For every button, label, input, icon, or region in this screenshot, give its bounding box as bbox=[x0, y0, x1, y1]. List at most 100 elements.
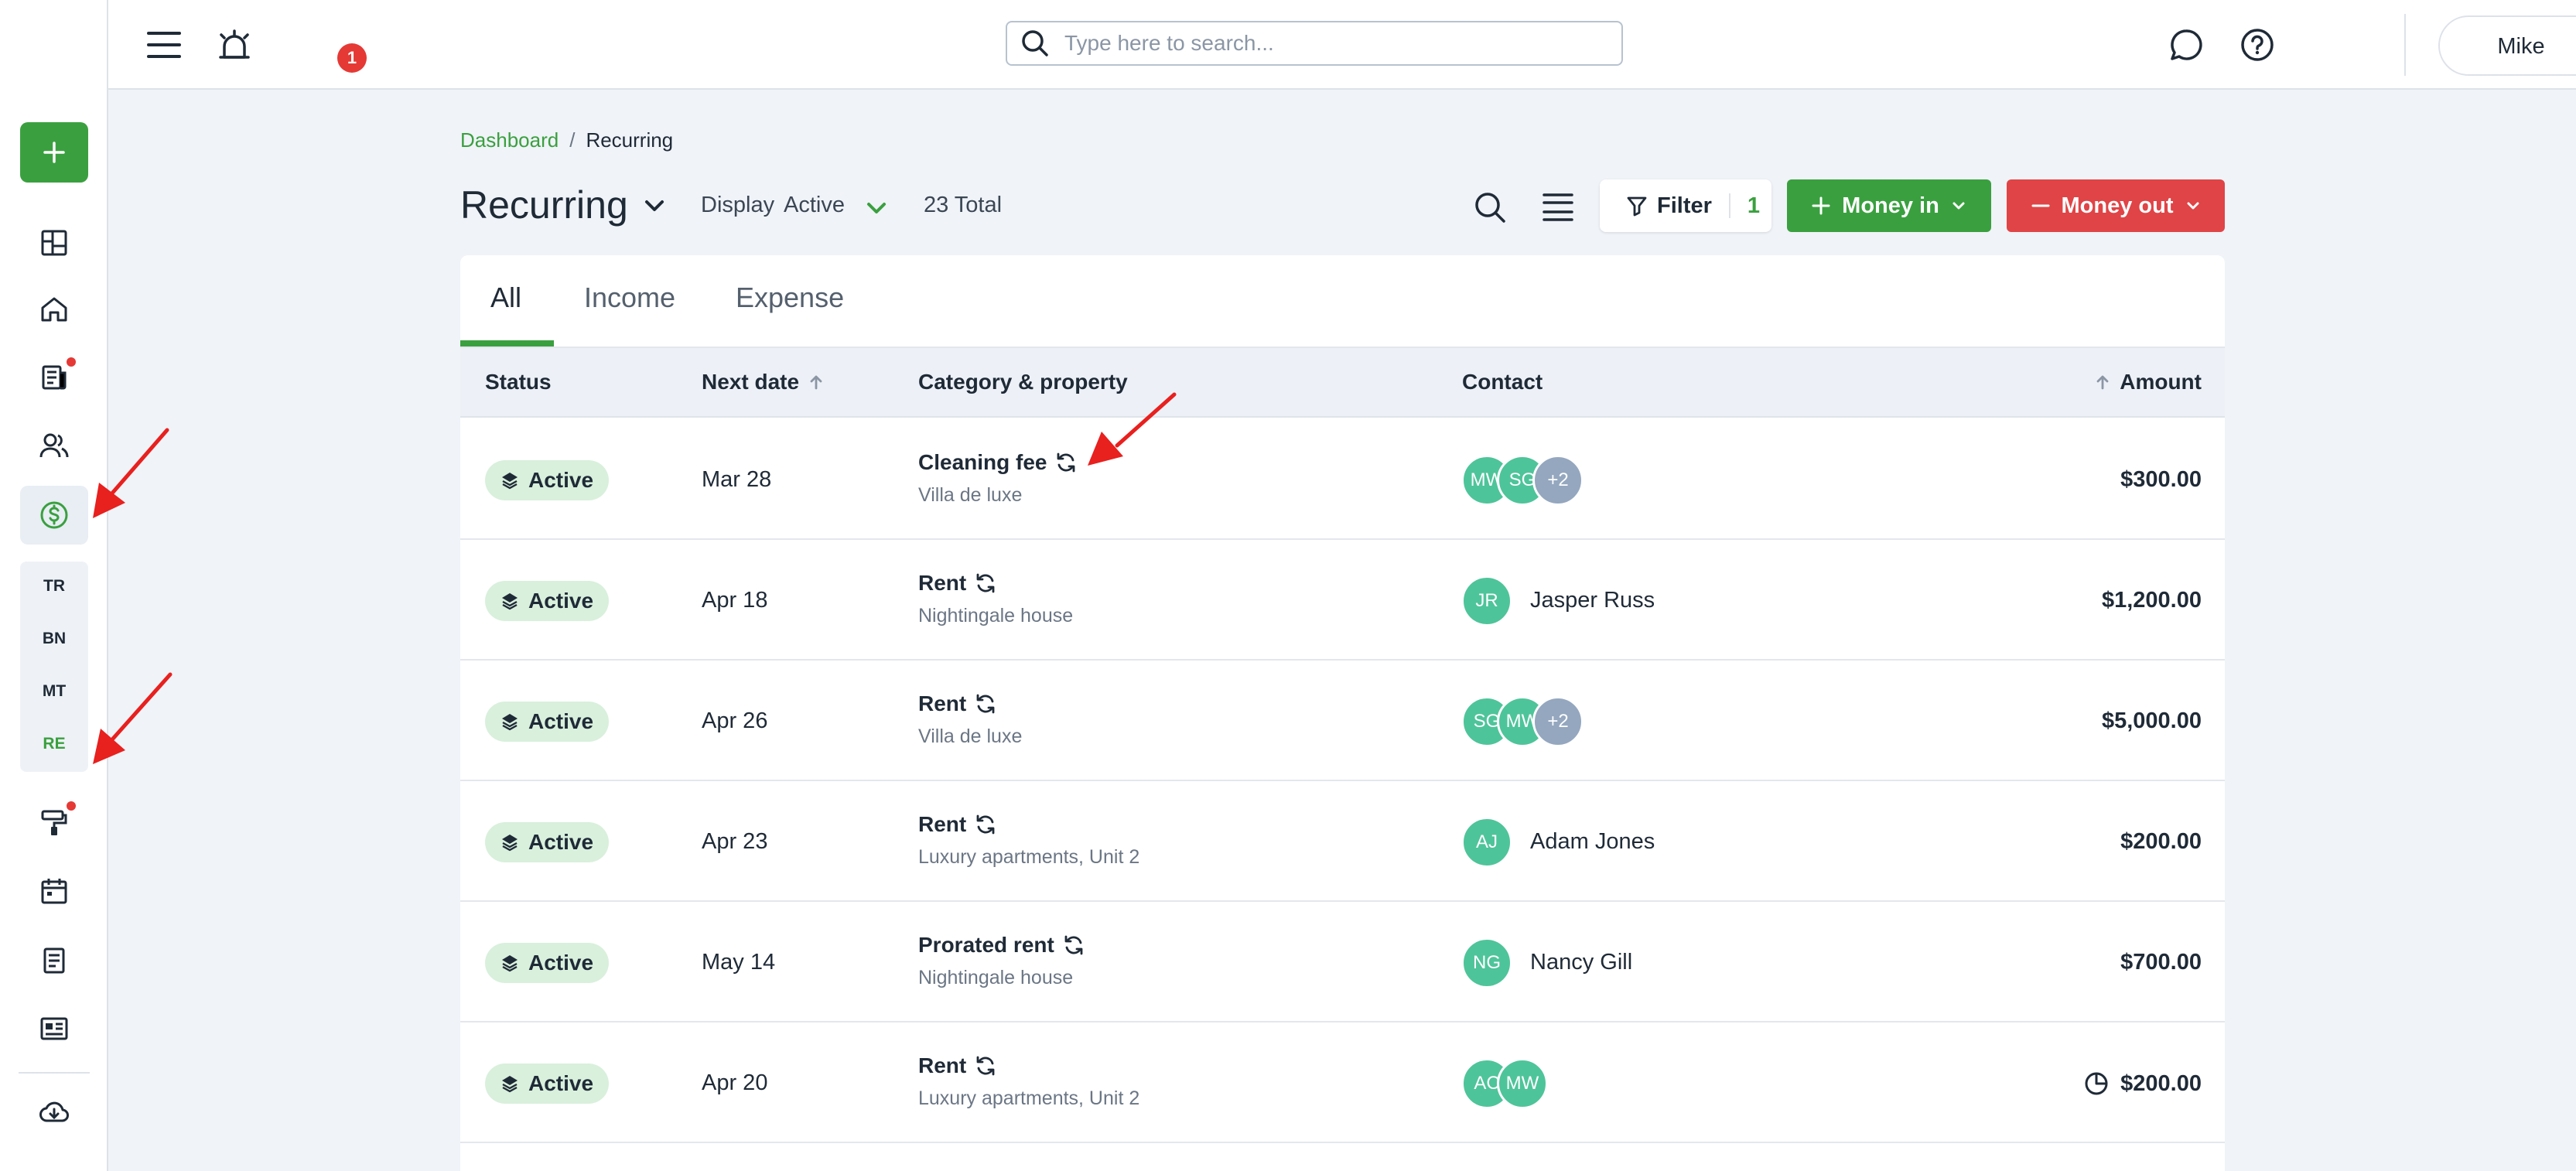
next-date: Apr 26 bbox=[702, 708, 768, 733]
tab-income[interactable]: Income bbox=[584, 282, 675, 314]
recurring-sync-icon bbox=[976, 694, 995, 714]
sidebar-item-people[interactable] bbox=[20, 416, 88, 475]
search-icon bbox=[1022, 30, 1048, 56]
category-name: Prorated rent bbox=[918, 933, 1085, 958]
status-text: Active bbox=[528, 709, 594, 733]
layers-icon bbox=[501, 593, 518, 610]
next-date: Apr 23 bbox=[702, 829, 768, 854]
table-row[interactable]: Active Apr 18 Rent Nightingale house JR Jaspe… bbox=[460, 540, 2225, 661]
list-lines-icon bbox=[1543, 193, 1573, 221]
next-date: May 14 bbox=[702, 950, 776, 975]
category-name: Rent bbox=[918, 1053, 997, 1078]
breadcrumb-dashboard-link[interactable]: Dashboard bbox=[460, 128, 559, 152]
sidebar-item-listings[interactable] bbox=[20, 999, 88, 1058]
amount-value: $300.00 bbox=[2120, 467, 2202, 492]
recurring-sync-icon bbox=[1064, 935, 1083, 955]
submenu-item-bn[interactable]: BN bbox=[20, 630, 88, 648]
property-name: Luxury apartments, Unit 2 bbox=[918, 1087, 1140, 1109]
chevron-down-icon bbox=[867, 203, 886, 213]
property-name: Villa de luxe bbox=[918, 484, 1023, 506]
submenu-item-mt[interactable]: MT bbox=[20, 682, 88, 701]
next-date: Apr 18 bbox=[702, 588, 768, 613]
search-icon bbox=[1475, 193, 1505, 223]
layers-icon bbox=[501, 955, 518, 972]
submenu-item-tr[interactable]: TR bbox=[20, 577, 88, 596]
contact-name[interactable]: Nancy Gill bbox=[1530, 950, 1632, 975]
column-header-contact-label: Contact bbox=[1462, 370, 1543, 394]
category-text: Cleaning fee bbox=[918, 450, 1047, 474]
density-toggle-button[interactable] bbox=[1536, 186, 1580, 229]
home-icon bbox=[41, 297, 67, 322]
alarm-button[interactable] bbox=[209, 20, 260, 71]
sidebar-item-properties[interactable] bbox=[20, 280, 88, 339]
status-badge: Active bbox=[485, 581, 609, 621]
display-filter-toggle[interactable] bbox=[863, 195, 890, 221]
column-header-status[interactable]: Status bbox=[485, 370, 552, 394]
messages-button[interactable] bbox=[2163, 22, 2209, 68]
sidebar-item-maintenance[interactable] bbox=[20, 794, 88, 852]
contact-name[interactable]: Jasper Russ bbox=[1530, 588, 1655, 613]
money-in-button[interactable]: Money in bbox=[1787, 179, 1991, 232]
column-header-contact[interactable]: Contact bbox=[1462, 370, 1543, 394]
table-row[interactable]: Active Apr 23 Rent Luxury apartments, Unit … bbox=[460, 781, 2225, 902]
table-search-button[interactable] bbox=[1468, 186, 1512, 229]
layers-icon bbox=[501, 473, 518, 490]
submenu-item-re[interactable]: RE bbox=[20, 735, 88, 753]
sidebar-item-dashboard[interactable] bbox=[20, 213, 88, 272]
title-dropdown-toggle[interactable] bbox=[641, 192, 668, 220]
alarm-clock-icon bbox=[219, 29, 250, 59]
column-header-next-date-label: Next date bbox=[702, 370, 800, 394]
sidebar-item-reports[interactable] bbox=[20, 931, 88, 990]
plus-icon bbox=[1812, 196, 1830, 215]
display-filter-value[interactable]: Active bbox=[784, 193, 845, 218]
contact-avatar[interactable]: +2 bbox=[1532, 696, 1584, 747]
filter-button[interactable]: Filter 1 bbox=[1600, 179, 1771, 232]
contact-name[interactable]: Adam Jones bbox=[1530, 829, 1655, 855]
sidebar-item-leasing[interactable] bbox=[20, 348, 88, 407]
sidebar-item-download[interactable] bbox=[20, 1083, 88, 1142]
amount-value: $700.00 bbox=[2120, 950, 2202, 975]
tab-expense[interactable]: Expense bbox=[736, 282, 844, 314]
menu-toggle-button[interactable] bbox=[141, 22, 187, 68]
contact-avatar[interactable]: AJ bbox=[1461, 817, 1512, 868]
funnel-icon bbox=[1627, 196, 1647, 217]
contact-avatar[interactable]: MW bbox=[1497, 1058, 1548, 1109]
table-header: Status Next date Category & property Con… bbox=[460, 348, 2225, 418]
status-text: Active bbox=[528, 830, 594, 854]
sidebar-item-calendar[interactable] bbox=[20, 862, 88, 920]
calendar-icon bbox=[41, 879, 67, 904]
next-date: Apr 20 bbox=[702, 1070, 768, 1095]
table-row[interactable]: Active Apr 20 Rent Luxury apartments, Unit … bbox=[460, 1022, 2225, 1143]
search-input[interactable] bbox=[1064, 31, 1606, 56]
sidebar-item-accounting[interactable] bbox=[20, 486, 88, 545]
table-row[interactable]: Active Apr 26 Rent Villa de luxe SG MW +2 $5,00… bbox=[460, 661, 2225, 781]
column-header-next-date[interactable]: Next date bbox=[702, 370, 825, 394]
column-header-amount[interactable]: Amount bbox=[2093, 370, 2202, 394]
recurring-sync-icon bbox=[1057, 452, 1075, 473]
user-name: Mike bbox=[2497, 34, 2545, 59]
layers-icon bbox=[501, 714, 518, 731]
sidebar: TR BN MT RE bbox=[0, 0, 108, 1171]
cloud-download-icon bbox=[39, 1101, 69, 1122]
amount: $1,200.00 bbox=[2102, 588, 2202, 613]
display-label: Display bbox=[701, 193, 775, 217]
money-out-button[interactable]: Money out bbox=[2007, 179, 2225, 232]
chevron-down-icon bbox=[2187, 202, 2198, 210]
global-search[interactable] bbox=[1006, 21, 1623, 66]
contact-avatar[interactable]: NG bbox=[1461, 937, 1512, 988]
dollar-circle-icon bbox=[40, 501, 68, 529]
amount-value: $200.00 bbox=[2120, 829, 2202, 854]
amount: $300.00 bbox=[2120, 467, 2202, 493]
paint-roller-icon bbox=[41, 810, 67, 835]
table-row[interactable]: Active Mar 28 Cleaning fee Villa de luxe MW S… bbox=[460, 419, 2225, 540]
user-menu[interactable]: Mike bbox=[2438, 15, 2576, 76]
page-title[interactable]: Recurring bbox=[460, 183, 628, 227]
contact-avatar[interactable]: +2 bbox=[1532, 455, 1584, 506]
filter-divider bbox=[1728, 193, 1730, 218]
breadcrumb-current: Recurring bbox=[586, 128, 674, 152]
contact-avatar[interactable]: JR bbox=[1461, 575, 1512, 626]
tab-all[interactable]: All bbox=[490, 282, 521, 314]
add-new-button[interactable] bbox=[20, 122, 88, 183]
table-row[interactable]: Active May 14 Prorated rent Nightingale hou… bbox=[460, 902, 2225, 1022]
help-button[interactable] bbox=[2234, 22, 2280, 68]
